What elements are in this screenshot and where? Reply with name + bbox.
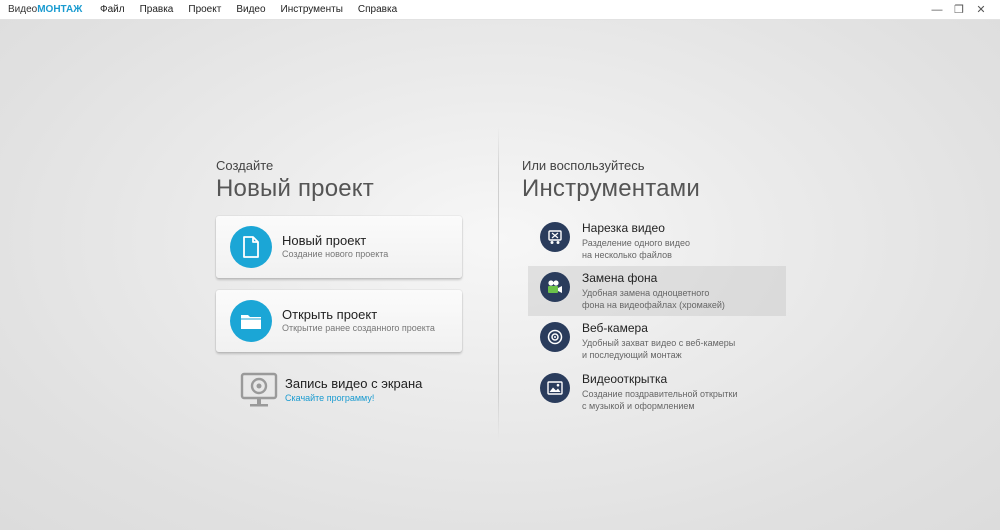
open-project-subtitle: Открытие ранее созданного проекта (282, 323, 435, 333)
tools-small-heading: Или воспользуйтесь (522, 158, 645, 173)
close-button[interactable]: ✕ (970, 2, 992, 18)
tool-cut-video-desc: Разделение одного видео на несколько фай… (582, 237, 690, 261)
screen-record-item[interactable]: Запись видео с экрана Скачайте программу… (240, 372, 480, 412)
new-project-button[interactable]: Новый проект Создание нового проекта (216, 216, 462, 278)
tool-chroma-key-desc-line1: Удобная замена одноцветного (582, 288, 710, 298)
document-icon (230, 226, 272, 268)
menu-file[interactable]: Файл (100, 4, 125, 15)
tool-postcard-desc-line1: Создание поздравительной открытки (582, 389, 738, 399)
new-project-title: Новый проект (282, 233, 367, 248)
create-small-heading: Создайте (216, 158, 274, 173)
tools-big-heading: Инструментами (522, 175, 700, 202)
tool-webcam-desc-line1: Удобный захват видео с веб-камеры (582, 338, 736, 348)
minimize-button[interactable]: — (926, 2, 948, 18)
tool-chroma-key-desc-line2: фона на видеофайлах (хромакей) (582, 300, 725, 310)
cut-video-icon (540, 222, 570, 252)
tool-webcam-desc-line2: и последующий монтаж (582, 350, 682, 360)
tool-chroma-key[interactable]: Замена фона Удобная замена одноцветного … (528, 266, 786, 316)
open-project-button[interactable]: Открыть проект Открытие ранее созданного… (216, 290, 462, 352)
new-project-subtitle: Создание нового проекта (282, 249, 389, 259)
brand-part1: Видео (8, 4, 38, 15)
column-divider (498, 126, 499, 440)
menu-bar: Файл Правка Проект Видео Инструменты Спр… (100, 4, 412, 15)
monitor-webcam-icon (240, 372, 278, 413)
tools-section-header: Или воспользуйтесь Инструментами (522, 158, 782, 203)
screen-record-title: Запись видео с экрана (285, 376, 423, 391)
menu-video[interactable]: Видео (236, 4, 265, 15)
tool-postcard-title: Видеооткрытка (582, 372, 668, 386)
menu-help[interactable]: Справка (358, 4, 397, 15)
app-logo: ВидеоМОНТАЖ (8, 4, 82, 15)
postcard-icon (540, 373, 570, 403)
brand-part2: МОНТАЖ (37, 4, 83, 15)
restore-button[interactable]: ❐ (948, 2, 970, 18)
tool-webcam-desc: Удобный захват видео с веб-камеры и посл… (582, 337, 735, 361)
chroma-key-icon (540, 272, 570, 302)
folder-icon (230, 300, 272, 342)
tool-chroma-key-desc: Удобная замена одноцветного фона на виде… (582, 287, 725, 311)
tool-cut-video-title: Нарезка видео (582, 221, 665, 235)
tool-chroma-key-title: Замена фона (582, 271, 658, 285)
title-bar: ВидеоМОНТАЖ Файл Правка Проект Видео Инс… (0, 0, 1000, 20)
download-program-link[interactable]: Скачайте программу! (285, 393, 374, 403)
webcam-icon (540, 322, 570, 352)
tool-cut-video-desc-line1: Разделение одного видео (582, 238, 690, 248)
create-big-heading: Новый проект (216, 175, 374, 202)
tool-cut-video-desc-line2: на несколько файлов (582, 250, 672, 260)
tool-postcard-desc-line2: с музыкой и оформлением (582, 401, 695, 411)
tool-webcam[interactable]: Веб-камера Удобный захват видео с веб-ка… (528, 316, 786, 366)
open-project-title: Открыть проект (282, 307, 378, 322)
tool-webcam-title: Веб-камера (582, 321, 648, 335)
menu-tools[interactable]: Инструменты (281, 4, 343, 15)
tool-cut-video[interactable]: Нарезка видео Разделение одного видео на… (528, 216, 786, 266)
create-section-header: Создайте Новый проект (216, 158, 466, 203)
menu-project[interactable]: Проект (188, 4, 221, 15)
menu-edit[interactable]: Правка (140, 4, 174, 15)
window-controls: — ❐ ✕ (926, 2, 992, 18)
tool-postcard-desc: Создание поздравительной открытки с музы… (582, 388, 737, 412)
tool-postcard[interactable]: Видеооткрытка Создание поздравительной о… (528, 367, 786, 417)
